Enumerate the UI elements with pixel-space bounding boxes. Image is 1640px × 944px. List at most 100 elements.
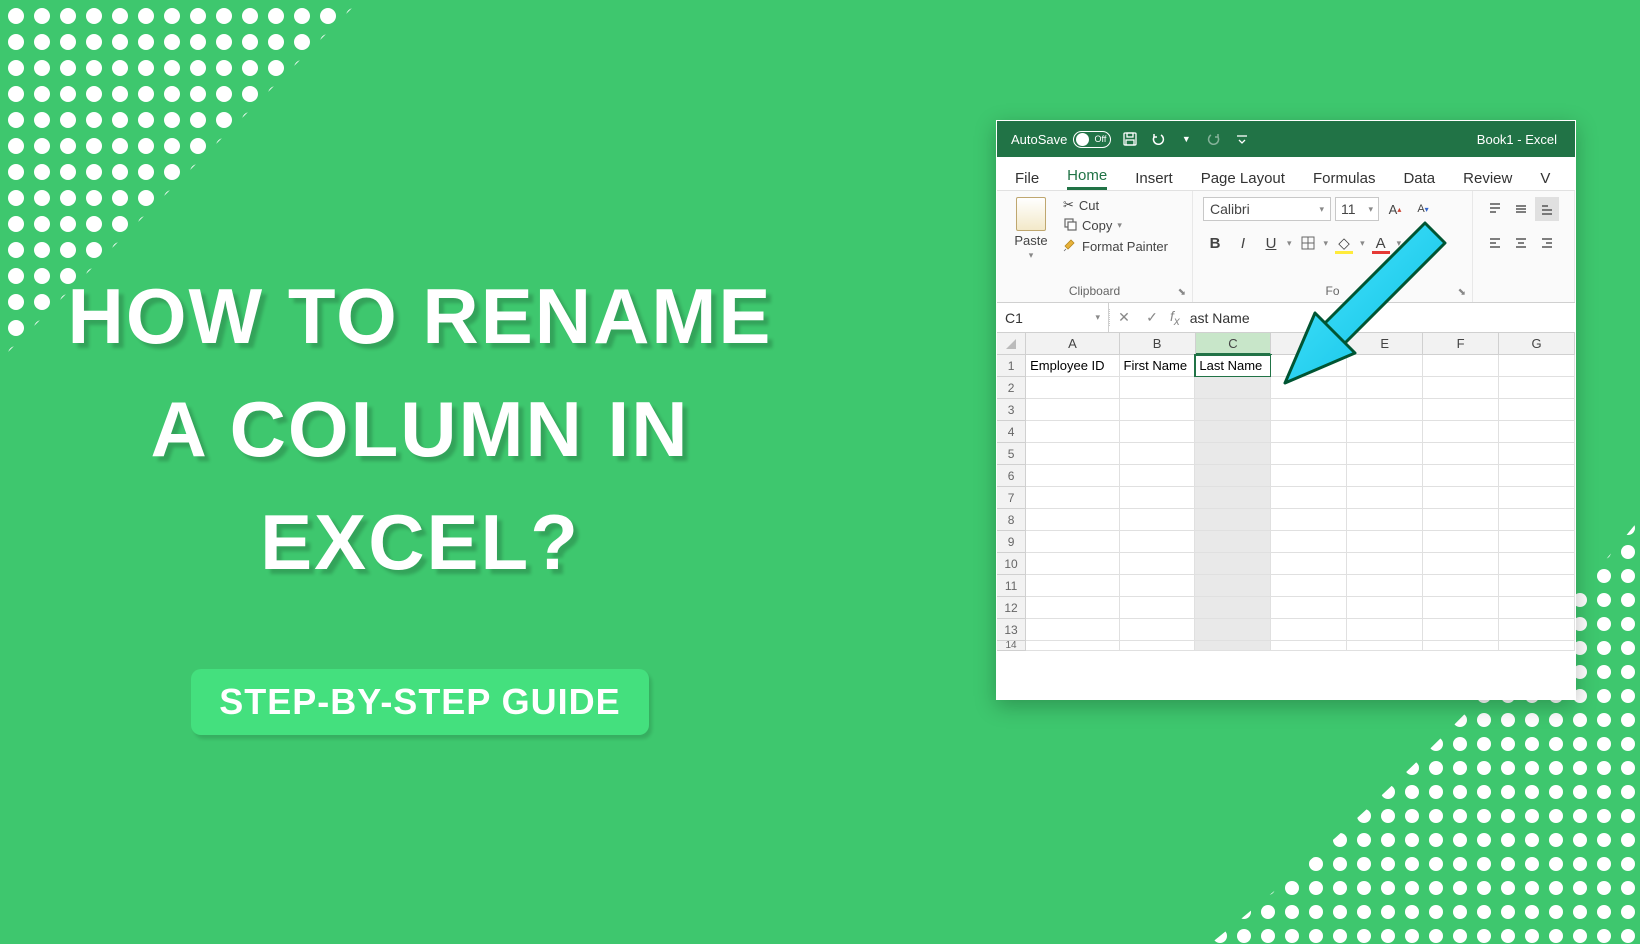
cell[interactable] [1499, 575, 1575, 597]
select-all-corner[interactable] [997, 333, 1026, 355]
cell[interactable] [1120, 377, 1196, 399]
format-painter-button[interactable]: Format Painter [1063, 238, 1168, 255]
cell[interactable] [1347, 597, 1423, 619]
cell[interactable] [1195, 421, 1271, 443]
column-header-G[interactable]: G [1499, 333, 1575, 355]
bold-button[interactable]: B [1203, 231, 1227, 255]
decrease-font-icon[interactable]: A▾ [1411, 197, 1435, 221]
cell[interactable] [1120, 421, 1196, 443]
align-top-icon[interactable] [1483, 197, 1507, 221]
cell[interactable] [1120, 619, 1196, 641]
cell[interactable] [1423, 641, 1499, 651]
cell[interactable] [1347, 377, 1423, 399]
cell[interactable] [1120, 531, 1196, 553]
cell[interactable] [1195, 509, 1271, 531]
cell[interactable] [1499, 355, 1575, 377]
cell[interactable] [1271, 443, 1347, 465]
cell[interactable] [1499, 597, 1575, 619]
row-header[interactable]: 9 [997, 531, 1026, 553]
cell[interactable] [1026, 443, 1119, 465]
column-header-F[interactable]: F [1423, 333, 1499, 355]
align-center-icon[interactable] [1509, 231, 1533, 255]
column-header-B[interactable]: B [1120, 333, 1196, 355]
cell[interactable] [1499, 487, 1575, 509]
align-bottom-icon[interactable] [1535, 197, 1559, 221]
row-header[interactable]: 3 [997, 399, 1026, 421]
ribbon-tab-file[interactable]: File [1015, 170, 1039, 190]
font-size-select[interactable]: 11 ▾ [1335, 197, 1379, 221]
align-middle-icon[interactable] [1509, 197, 1533, 221]
row-header[interactable]: 8 [997, 509, 1026, 531]
cell[interactable] [1271, 399, 1347, 421]
cell[interactable] [1120, 509, 1196, 531]
cell[interactable] [1026, 377, 1119, 399]
cell[interactable] [1499, 553, 1575, 575]
cell[interactable] [1195, 575, 1271, 597]
cell[interactable] [1026, 399, 1119, 421]
cell[interactable] [1271, 597, 1347, 619]
cell[interactable] [1423, 465, 1499, 487]
ribbon-tab-home[interactable]: Home [1067, 167, 1107, 190]
cell[interactable] [1195, 399, 1271, 421]
cell[interactable] [1026, 597, 1119, 619]
cell[interactable] [1195, 465, 1271, 487]
cell[interactable] [1271, 487, 1347, 509]
cell[interactable] [1423, 509, 1499, 531]
cell[interactable] [1423, 487, 1499, 509]
redo-icon[interactable] [1205, 130, 1223, 148]
cell[interactable] [1347, 465, 1423, 487]
cell[interactable] [1423, 377, 1499, 399]
cell[interactable] [1026, 487, 1119, 509]
underline-button[interactable]: U [1259, 231, 1283, 255]
row-header[interactable]: 14 [997, 641, 1026, 651]
cell[interactable] [1120, 465, 1196, 487]
cell[interactable] [1347, 443, 1423, 465]
cell[interactable] [1347, 553, 1423, 575]
row-header[interactable]: 11 [997, 575, 1026, 597]
cell[interactable] [1120, 553, 1196, 575]
ribbon-tab-data[interactable]: Data [1403, 170, 1435, 190]
cell[interactable] [1271, 553, 1347, 575]
ribbon-tab-page-layout[interactable]: Page Layout [1201, 170, 1285, 190]
cell[interactable] [1347, 619, 1423, 641]
cell[interactable]: First Name [1120, 355, 1196, 377]
cell[interactable] [1195, 553, 1271, 575]
cell[interactable]: Last Name [1195, 355, 1271, 377]
cell[interactable] [1195, 531, 1271, 553]
row-header[interactable]: 13 [997, 619, 1026, 641]
italic-button[interactable]: I [1231, 231, 1255, 255]
cell[interactable] [1026, 553, 1119, 575]
cell[interactable] [1271, 377, 1347, 399]
cell[interactable] [1499, 399, 1575, 421]
row-header[interactable]: 6 [997, 465, 1026, 487]
cell[interactable] [1195, 641, 1271, 651]
cell[interactable] [1271, 355, 1347, 377]
chevron-down-icon[interactable]: ▾ [1397, 238, 1402, 249]
cell[interactable] [1423, 597, 1499, 619]
cell[interactable] [1026, 531, 1119, 553]
cell[interactable] [1120, 487, 1196, 509]
cell[interactable] [1195, 597, 1271, 619]
cell[interactable] [1271, 509, 1347, 531]
cell[interactable] [1423, 443, 1499, 465]
cut-button[interactable]: ✂ Cut [1063, 197, 1168, 213]
fill-color-button[interactable]: ◇ [1332, 231, 1356, 255]
paste-button[interactable]: Paste ▾ [1007, 197, 1055, 261]
increase-font-icon[interactable]: A▴ [1383, 197, 1407, 221]
spreadsheet-grid[interactable]: ABCDEFG1Employee IDFirst NameLast Name23… [997, 333, 1575, 651]
cell[interactable] [1120, 443, 1196, 465]
cell[interactable] [1120, 399, 1196, 421]
cell[interactable] [1195, 487, 1271, 509]
cell[interactable] [1271, 641, 1347, 651]
copy-button[interactable]: Copy ▾ [1063, 217, 1168, 234]
dialog-launcher-icon[interactable]: ⬊ [1458, 287, 1466, 298]
cell[interactable] [1499, 421, 1575, 443]
ribbon-tab-formulas[interactable]: Formulas [1313, 170, 1376, 190]
column-header-C[interactable]: C [1196, 333, 1272, 355]
ribbon-tab-v[interactable]: V [1540, 170, 1550, 190]
cell[interactable] [1423, 421, 1499, 443]
column-header-A[interactable]: A [1026, 333, 1119, 355]
dialog-launcher-icon[interactable]: ⬊ [1178, 287, 1186, 298]
cell[interactable] [1271, 531, 1347, 553]
cell[interactable] [1423, 399, 1499, 421]
